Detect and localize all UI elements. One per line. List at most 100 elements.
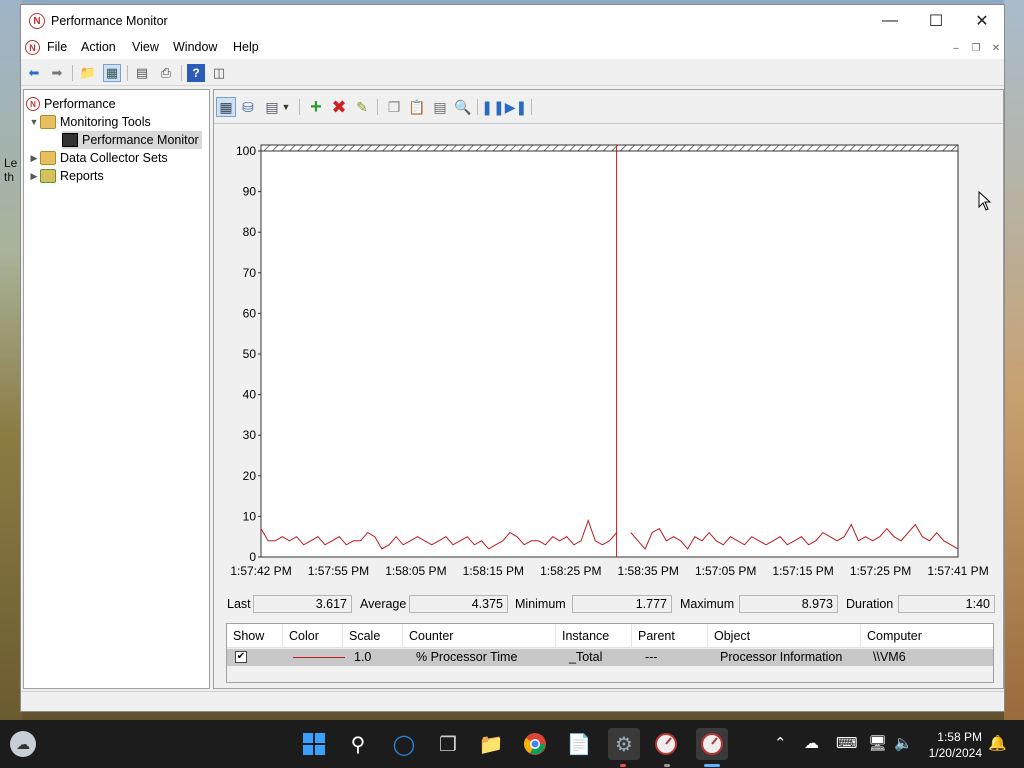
mouse-cursor-icon <box>978 191 992 211</box>
minimum-value: 1.777 <box>572 595 672 613</box>
col-color[interactable]: Color <box>283 624 343 648</box>
close-button[interactable]: ✕ <box>959 5 1005 37</box>
average-label: Average <box>360 597 407 611</box>
folder-icon <box>40 115 56 129</box>
x-tick-label: 1:58:25 PM <box>540 564 601 578</box>
file-explorer-icon[interactable]: 📁 <box>477 730 505 758</box>
desktop-wallpaper-right <box>1004 0 1024 720</box>
menu-action[interactable]: Action <box>81 40 116 54</box>
desktop-text: Le th <box>4 156 18 184</box>
mmc-view-icon[interactable]: ◫ <box>210 64 228 82</box>
menu-bar: N File Action View Window Help – ❐ ✕ <box>21 37 1004 59</box>
show-hide-tree-icon[interactable]: ▦ <box>103 64 121 82</box>
tree-item-data-collector-sets[interactable]: ▶ Data Collector Sets <box>28 149 168 167</box>
color-swatch <box>293 657 345 658</box>
scale-cell: 1.0 <box>354 650 372 664</box>
y-tick-label: 70 <box>243 266 257 280</box>
main-toolbar: ⬅ ➡ 📁 ▦ ▤ ⎙ ? ◫ <box>21 60 1004 86</box>
notepad-icon[interactable]: 📄 <box>565 730 593 758</box>
settings-gear-icon[interactable]: ⚙ <box>608 728 640 760</box>
perfmon-taskbar-icon[interactable] <box>652 730 680 758</box>
maximum-value: 8.973 <box>739 595 838 613</box>
show-checkbox[interactable]: ✔ <box>235 651 247 663</box>
forward-arrow-icon[interactable]: ➡ <box>48 64 66 82</box>
tree-item-label: Performance Monitor <box>82 133 199 147</box>
keyboard-icon[interactable]: ⌨ <box>836 734 858 752</box>
x-tick-label: 1:57:05 PM <box>695 564 756 578</box>
y-tick-label: 90 <box>243 185 257 199</box>
table-row[interactable]: ✔ 1.0 % Processor Time _Total --- Proces… <box>227 649 993 666</box>
x-tick-label: 1:57:55 PM <box>308 564 369 578</box>
x-tick-label: 1:57:15 PM <box>772 564 833 578</box>
chevron-up-icon[interactable]: ⌃ <box>774 734 787 752</box>
toolbar-separator <box>181 65 182 81</box>
properties-icon[interactable]: ▤ <box>133 64 151 82</box>
x-tick-label: 1:58:35 PM <box>618 564 679 578</box>
tree-item-performance-monitor[interactable]: Performance Monitor <box>62 131 202 149</box>
window-title: Performance Monitor <box>51 14 168 28</box>
performance-graph[interactable]: 1009080706050403020100 1:57:42 PM 1:57:55… <box>214 90 1004 590</box>
parent-cell: --- <box>645 650 658 664</box>
y-tick-label: 100 <box>236 144 256 158</box>
tree-item-performance[interactable]: N Performance <box>26 95 116 113</box>
volume-icon[interactable]: 🔈 <box>894 734 913 752</box>
maximize-button[interactable]: ☐ <box>913 5 959 37</box>
minimize-button[interactable]: — <box>867 5 913 37</box>
system-menu-icon[interactable]: N <box>25 40 40 55</box>
print-icon[interactable]: ⎙ <box>157 64 175 82</box>
start-windows-icon[interactable] <box>300 730 328 758</box>
edge-browser-icon[interactable]: ◯ <box>390 730 418 758</box>
back-arrow-icon[interactable]: ⬅ <box>25 64 43 82</box>
col-computer[interactable]: Computer <box>861 624 993 648</box>
graph-top-border <box>260 144 959 152</box>
statistics-bar: Last 3.617 Average 4.375 Minimum 1.777 M… <box>214 594 1003 614</box>
title-bar[interactable]: N Performance Monitor — ☐ ✕ <box>21 5 1004 37</box>
folder-icon <box>40 151 56 165</box>
onedrive-icon[interactable]: ☁ <box>804 734 819 752</box>
chevron-down-icon[interactable]: ▼ <box>28 117 40 127</box>
col-parent[interactable]: Parent <box>632 624 708 648</box>
tree-item-monitoring-tools[interactable]: ▼ Monitoring Tools <box>28 113 151 131</box>
desktop-wallpaper-left <box>0 0 22 720</box>
tree-item-reports[interactable]: ▶ Reports <box>28 167 104 185</box>
help-icon[interactable]: ? <box>187 64 205 82</box>
col-instance[interactable]: Instance <box>556 624 632 648</box>
mdi-close-button[interactable]: ✕ <box>987 41 1005 55</box>
col-show[interactable]: Show <box>227 624 283 648</box>
col-counter[interactable]: Counter <box>403 624 556 648</box>
y-tick-label: 20 <box>243 469 257 483</box>
clock-date: 1/20/2024 <box>928 746 982 760</box>
performance-monitor-pane: ▦ ⛁ ▤ ▼ + ✖ ✎ ❐ 📋 ▤ 🔍 ❚❚ ▶❚ 100 90 80 70… <box>213 89 1004 689</box>
minimum-label: Minimum <box>515 597 566 611</box>
weather-icon[interactable]: ☁ <box>10 731 36 757</box>
mdi-restore-button[interactable]: ❐ <box>967 41 985 55</box>
task-view-icon[interactable]: ❐ <box>434 730 462 758</box>
mdi-minimize-button[interactable]: – <box>947 41 965 55</box>
menu-help[interactable]: Help <box>233 40 259 54</box>
menu-view[interactable]: View <box>132 40 159 54</box>
x-tick-label: 1:58:05 PM <box>385 564 446 578</box>
menu-window[interactable]: Window <box>173 40 217 54</box>
chrome-icon[interactable] <box>521 730 549 758</box>
taskbar: ☁ ⚲ ◯ ❐ 📁 📄 ⚙ ⌃ ☁ ⌨ 🖥 🔈 1:58 PM 1/20/202… <box>0 720 1024 768</box>
x-tick-label: 1:57:42 PM <box>230 564 291 578</box>
search-icon[interactable]: ⚲ <box>344 730 372 758</box>
y-tick-label: 0 <box>249 550 256 564</box>
counter-legend: Show Color Scale Counter Instance Parent… <box>226 623 994 683</box>
notification-bell-icon[interactable]: 🔔 <box>988 734 1007 752</box>
col-scale[interactable]: Scale <box>343 624 403 648</box>
reports-folder-icon <box>40 169 56 183</box>
graph-plot-area <box>260 144 959 558</box>
menu-file[interactable]: File <box>47 40 67 54</box>
taskbar-clock[interactable]: 1:58 PM 1/20/2024 <box>912 729 982 761</box>
chevron-right-icon[interactable]: ▶ <box>28 153 40 164</box>
chevron-right-icon[interactable]: ▶ <box>28 171 40 182</box>
up-folder-icon[interactable]: 📁 <box>79 64 97 82</box>
toolbar-separator <box>127 65 128 81</box>
network-icon[interactable]: 🖥 <box>868 734 887 752</box>
perfmon-active-taskbar-icon[interactable] <box>696 728 728 760</box>
y-tick-label: 30 <box>243 428 257 442</box>
col-object[interactable]: Object <box>708 624 861 648</box>
perfmon-app-icon: N <box>29 13 45 29</box>
computer-cell: \\VM6 <box>873 650 906 664</box>
